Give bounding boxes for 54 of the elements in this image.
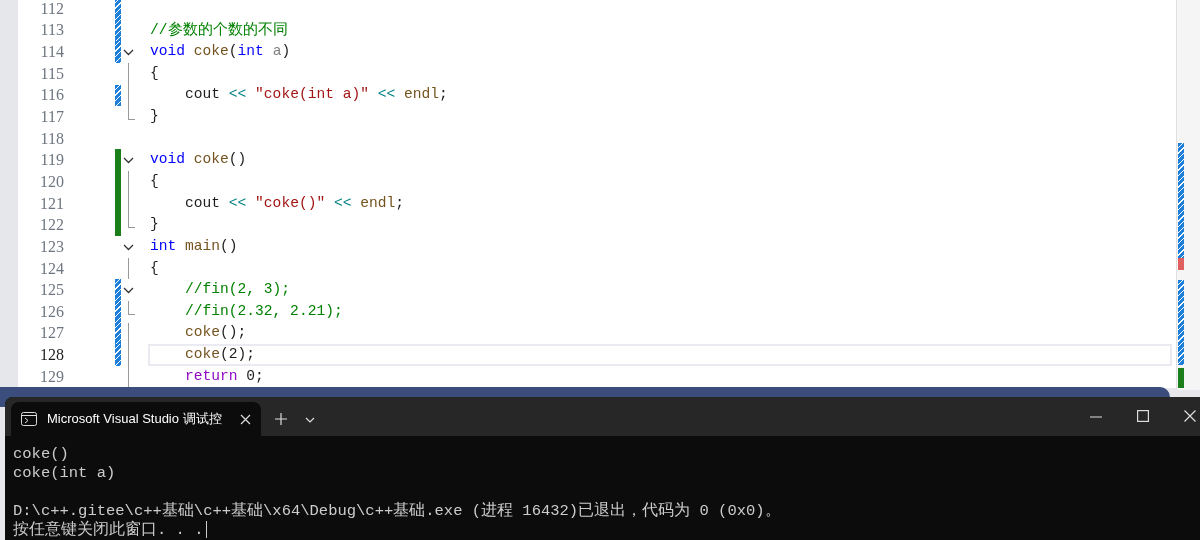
line-number: 114 <box>39 42 64 63</box>
code-line: { <box>150 172 159 191</box>
code-line: coke(2); <box>184 345 256 365</box>
code-line: //fin(2.32, 2.21); <box>184 301 343 321</box>
line-number: 122 <box>39 215 64 236</box>
line-number: 117 <box>39 107 64 128</box>
line-number: 124 <box>39 258 64 279</box>
console-tab[interactable]: Microsoft Visual Studio 调试控 <box>11 402 261 436</box>
line-number: 123 <box>39 236 64 257</box>
code-line: int main() <box>150 236 238 256</box>
text-cursor <box>205 521 207 539</box>
line-number: 126 <box>39 301 64 322</box>
chevron-down-icon[interactable] <box>305 417 315 423</box>
code-line: { <box>150 258 159 278</box>
line-number: 115 <box>39 63 64 84</box>
line-number: 125 <box>39 280 64 301</box>
console-output-line: D:\c++.gitee\c++基础\c++基础\x64\Debug\c++基础.exe (进程 16432)已退出，代码为 0 (0x0)。 <box>13 502 781 520</box>
line-number: 112 <box>39 0 64 19</box>
line-number: 129 <box>39 366 64 387</box>
console-output-line: coke(int a) <box>13 464 116 482</box>
code-line: } <box>150 107 159 127</box>
code-line: { <box>150 63 159 83</box>
line-number: 127 <box>39 323 64 344</box>
change-marker <box>1178 368 1184 388</box>
code-line: cout << "coke(int a)" << endl; <box>184 85 448 105</box>
tab-title: Microsoft Visual Studio 调试控 <box>47 410 222 429</box>
line-number: 128 <box>39 345 64 366</box>
line-number: 121 <box>39 193 64 214</box>
code-line: return 0; <box>184 366 264 386</box>
line-number: 116 <box>39 85 64 106</box>
code-line: //参数的个数的不同 <box>150 20 288 40</box>
collapse-chevron-icon[interactable] <box>123 49 134 57</box>
collapse-chevron-icon[interactable] <box>123 287 134 295</box>
line-number: 113 <box>39 20 64 41</box>
collapse-chevron-icon[interactable] <box>123 244 134 252</box>
terminal-icon <box>21 412 37 426</box>
code-line: coke(); <box>184 323 247 343</box>
code-line: } <box>150 215 159 235</box>
close-icon[interactable] <box>1184 410 1196 422</box>
add-tab-icon[interactable] <box>275 413 287 425</box>
code-line: cout << "coke()" << endl; <box>184 193 404 213</box>
scrollbar[interactable] <box>1176 0 1200 390</box>
collapse-chevron-icon[interactable] <box>123 157 134 165</box>
code-line: //fin(2, 3); <box>184 280 291 300</box>
console-output-line: 按任意键关闭此窗口. . . <box>13 521 204 539</box>
console-output-line: coke() <box>13 445 69 463</box>
error-marker <box>1178 258 1184 270</box>
code-line: void coke() <box>150 150 247 170</box>
maximize-icon[interactable] <box>1137 410 1149 422</box>
line-number: 118 <box>39 128 64 149</box>
code-line: void coke(int a) <box>150 42 291 62</box>
close-icon[interactable] <box>240 413 251 425</box>
line-number: 119 <box>39 150 64 171</box>
line-number: 120 <box>39 171 64 192</box>
